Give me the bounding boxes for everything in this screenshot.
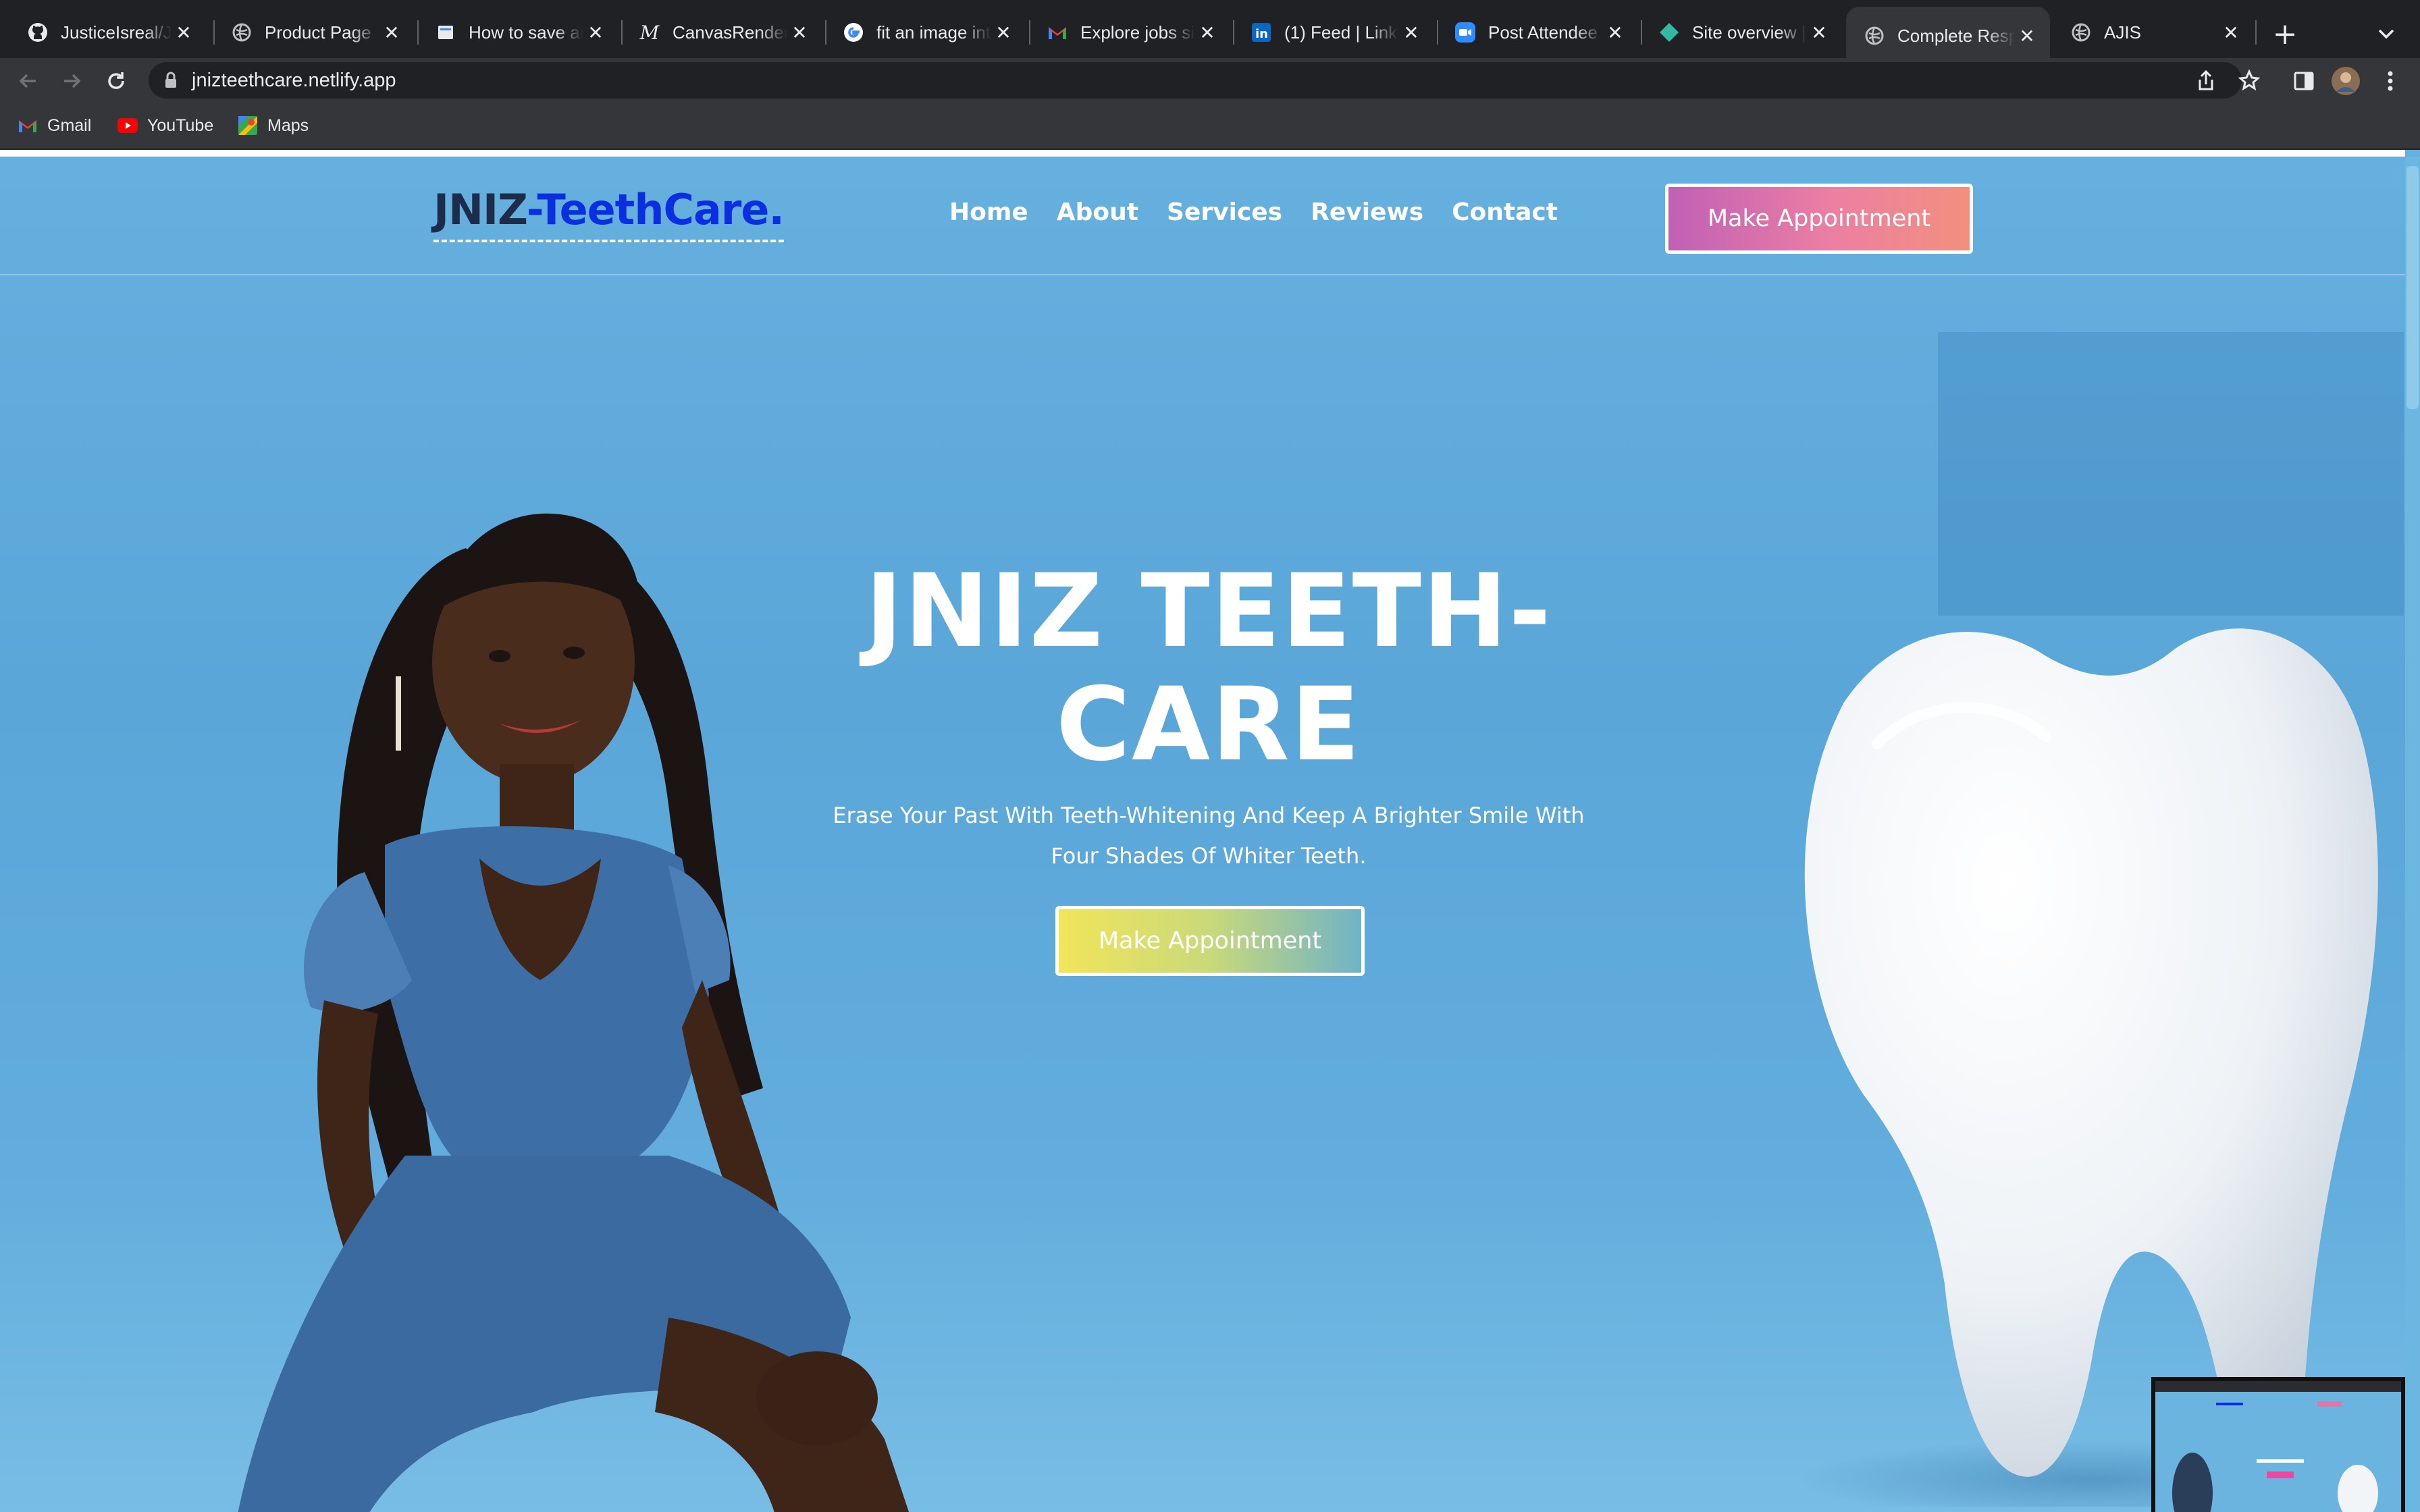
forward-arrow-icon[interactable]	[54, 63, 89, 99]
scrollbar-thumb[interactable]	[2406, 166, 2419, 409]
gmail-icon	[1047, 22, 1068, 43]
svg-text:in: in	[1255, 27, 1268, 41]
browser-tab[interactable]: JusticeIsreal/Je ✕	[9, 9, 207, 55]
tab-title: Site overview |	[1692, 22, 1806, 43]
close-icon[interactable]: ✕	[379, 20, 404, 45]
bookmark-label: Maps	[267, 115, 309, 135]
browser-tab[interactable]: Product Page ✕	[213, 9, 415, 55]
browser-tab-strip: JusticeIsreal/Je ✕ Product Page ✕ How to…	[0, 0, 2420, 65]
close-icon[interactable]: ✕	[583, 20, 608, 45]
back-arrow-icon[interactable]	[11, 63, 46, 99]
address-bar[interactable]: jnizteethcare.netlify.app	[149, 62, 2242, 99]
browser-tab[interactable]: Post Attendee ✕	[1437, 9, 1638, 55]
close-icon[interactable]: ✕	[787, 20, 812, 45]
profile-avatar[interactable]	[2328, 63, 2363, 99]
share-icon[interactable]	[2188, 62, 2224, 99]
new-tab-plus-icon[interactable]: +	[2266, 15, 2304, 53]
bookmark-youtube[interactable]: YouTube	[117, 112, 213, 139]
tab-title: AJIS	[2104, 22, 2141, 43]
browser-tab[interactable]: M CanvasRenderi ✕	[621, 9, 822, 55]
close-icon[interactable]: ✕	[2219, 20, 2243, 45]
side-panel-icon[interactable]	[2286, 63, 2321, 99]
more-vert-icon[interactable]	[2373, 63, 2408, 99]
browser-tab[interactable]: in (1) Feed | Linke ✕	[1233, 9, 1434, 55]
background-panel	[1938, 332, 2404, 616]
gmail-icon	[18, 115, 38, 136]
github-icon	[27, 22, 49, 43]
nav-reviews[interactable]: Reviews	[1311, 198, 1423, 226]
globe-icon	[2070, 22, 2092, 43]
reload-icon[interactable]	[99, 63, 134, 99]
tab-title: Explore jobs sin	[1080, 22, 1195, 43]
close-icon[interactable]: ✕	[2015, 24, 2039, 48]
google-icon	[843, 22, 864, 43]
globe-icon	[1864, 25, 1885, 47]
close-icon[interactable]: ✕	[1603, 20, 1627, 45]
close-icon[interactable]: ✕	[1399, 20, 1423, 45]
netlify-icon	[1658, 22, 1680, 43]
tab-title: Complete Resp	[1897, 25, 2015, 46]
browser-tab[interactable]: Site overview | ✕	[1641, 9, 1842, 55]
browser-tab[interactable]: How to save an ✕	[417, 9, 619, 55]
close-icon[interactable]: ✕	[1807, 20, 1831, 45]
logo-part-blue: -TeethCare.	[526, 185, 785, 234]
top-progress-stripe	[0, 150, 2405, 157]
page-viewport: JNIZ-TeethCare. Home About Services Revi…	[0, 150, 2420, 1512]
site-logo[interactable]: JNIZ-TeethCare.	[433, 185, 785, 242]
tab-title: Product Page	[265, 22, 371, 43]
make-appointment-header-button[interactable]: Make Appointment	[1665, 184, 1973, 254]
tab-title: Post Attendee	[1488, 22, 1598, 43]
page-icon	[435, 22, 456, 43]
main-nav: Home About Services Reviews Contact	[949, 198, 1558, 226]
bookmarks-bar: Gmail YouTube Maps	[0, 103, 2420, 150]
browser-tab-active[interactable]: Complete Resp ✕	[1846, 7, 2050, 65]
maps-icon	[238, 115, 258, 136]
browser-tab[interactable]: AJIS ✕	[2053, 9, 2254, 55]
tab-title: (1) Feed | Linke	[1284, 22, 1399, 43]
linkedin-icon: in	[1251, 22, 1272, 43]
nav-contact[interactable]: Contact	[1452, 198, 1558, 226]
bookmark-star-icon[interactable]	[2231, 62, 2267, 99]
tab-title: JusticeIsreal/Je	[61, 22, 172, 43]
make-appointment-hero-button[interactable]: Make Appointment	[1055, 906, 1365, 976]
zoom-icon	[1454, 22, 1476, 43]
tab-title: CanvasRenderi	[673, 22, 787, 43]
bookmark-label: YouTube	[147, 115, 214, 135]
lock-icon[interactable]	[161, 70, 181, 90]
site-header: JNIZ-TeethCare. Home About Services Revi…	[0, 157, 2405, 275]
nav-services[interactable]: Services	[1167, 198, 1282, 226]
chevron-down-icon[interactable]	[2370, 18, 2402, 50]
tab-title: fit an image into	[876, 22, 991, 43]
bookmark-maps[interactable]: Maps	[238, 112, 309, 139]
nav-about[interactable]: About	[1057, 198, 1138, 226]
close-icon[interactable]: ✕	[991, 20, 1016, 45]
browser-toolbar: jnizteethcare.netlify.app	[0, 58, 2420, 103]
nav-home[interactable]: Home	[949, 198, 1028, 226]
bookmark-gmail[interactable]: Gmail	[18, 112, 91, 139]
url-text: jnizteethcare.netlify.app	[192, 69, 396, 91]
globe-icon	[231, 22, 253, 43]
medium-icon: M	[639, 21, 660, 44]
page-scrollbar[interactable]	[2405, 157, 2420, 1512]
bookmark-label: Gmail	[47, 115, 92, 135]
browser-tab[interactable]: Explore jobs sin ✕	[1029, 9, 1230, 55]
browser-tab[interactable]: fit an image into ✕	[825, 9, 1026, 55]
hero-tooth-image	[1796, 628, 2390, 1507]
close-icon[interactable]: ✕	[172, 20, 196, 45]
logo-part-dark: JNIZ	[433, 185, 527, 234]
picture-in-picture-preview[interactable]	[2151, 1377, 2405, 1512]
close-icon[interactable]: ✕	[1195, 20, 1219, 45]
youtube-icon	[117, 115, 138, 136]
tab-title: How to save an	[469, 22, 583, 43]
hero-subtitle: Erase Your Past With Teeth-Whitening And…	[833, 803, 1585, 869]
hero-title: JNIZ TEETH-CARE	[865, 553, 1552, 784]
